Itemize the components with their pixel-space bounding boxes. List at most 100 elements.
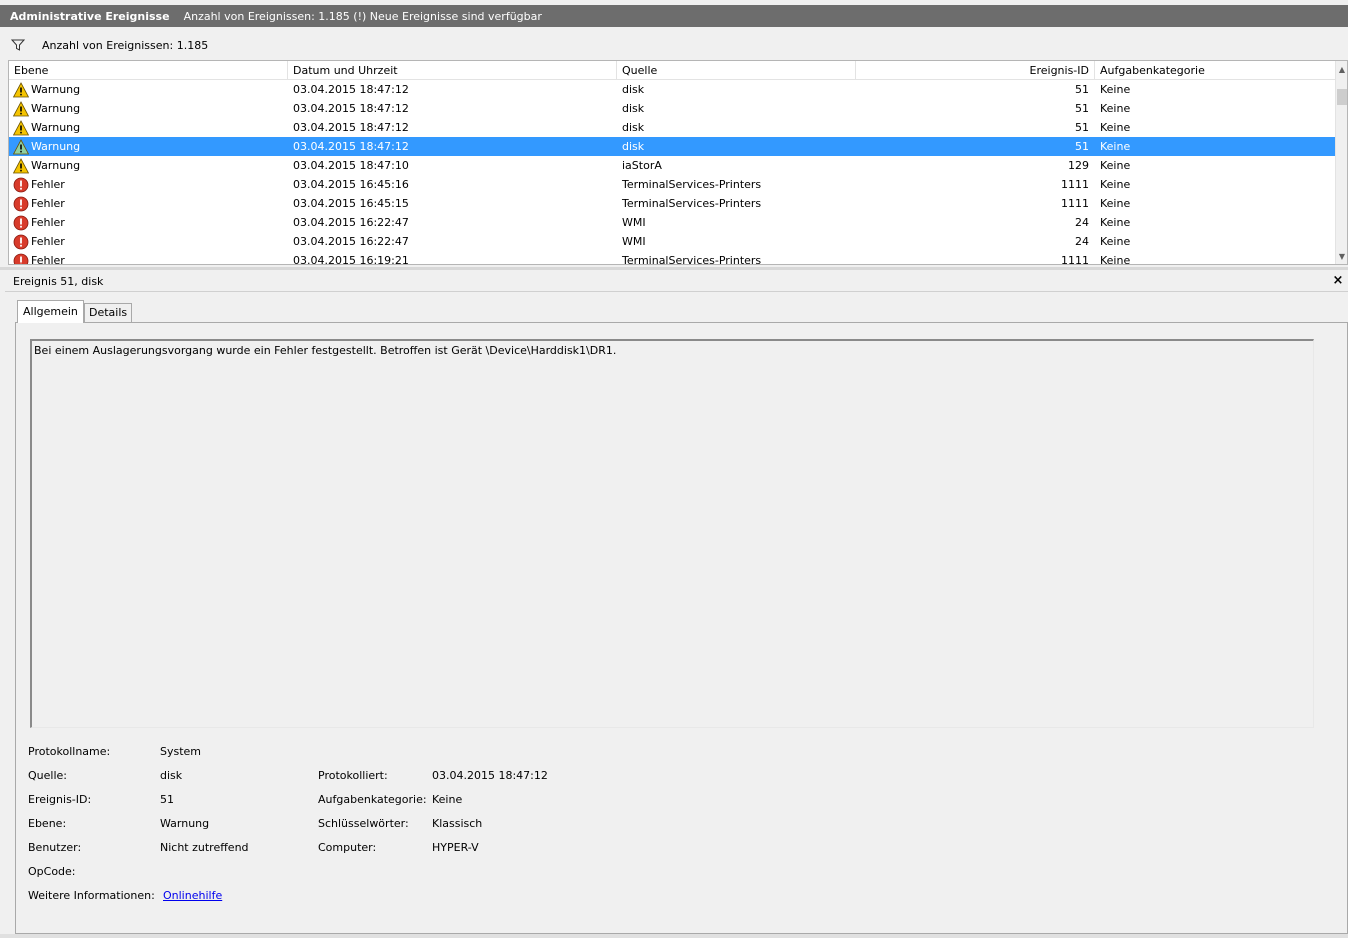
event-list-scrollbar[interactable]: ▲ ▼	[1335, 61, 1347, 264]
level-text: Warnung	[31, 83, 81, 96]
cell-event-id: 24	[1075, 216, 1089, 229]
prop-value-keywords: Klassisch	[432, 817, 483, 830]
cell-level: Warnung	[12, 80, 283, 99]
cell-event-id: 1111	[1061, 254, 1089, 265]
table-row[interactable]: Fehler 03.04.2015 16:45:16 TerminalService…	[9, 175, 1336, 194]
cell-source: disk	[622, 102, 645, 115]
prop-value-source: disk	[160, 769, 183, 782]
level-text: Fehler	[31, 216, 65, 229]
table-row[interactable]: Warnung 03.04.2015 18:47:12 disk 51 Keine	[9, 99, 1336, 118]
tab-details[interactable]: Details	[84, 303, 133, 323]
level-text: Fehler	[31, 235, 65, 248]
cell-source: disk	[622, 140, 645, 153]
tab-allgemein[interactable]: Allgemein	[17, 300, 84, 323]
table-row[interactable]: Fehler 03.04.2015 16:45:15 TerminalService…	[9, 194, 1336, 213]
cell-task-category: Keine	[1100, 178, 1131, 191]
online-help-link[interactable]: Onlinehilfe	[163, 888, 222, 904]
cell-date: 03.04.2015 16:22:47	[293, 235, 409, 248]
warning-icon	[12, 157, 30, 174]
cell-event-id: 1111	[1061, 197, 1089, 210]
event-detail-title: Ereignis 51, disk	[13, 275, 104, 288]
table-row[interactable]: Fehler 03.04.2015 16:19:21 TerminalService…	[9, 251, 1336, 265]
prop-value-logged: 03.04.2015 18:47:12	[432, 769, 548, 782]
prop-value-user: Nicht zutreffend	[160, 841, 249, 854]
event-count-status: Anzahl von Ereignissen: 1.185 (!) Neue E…	[183, 9, 542, 23]
cell-event-id: 51	[1075, 102, 1089, 115]
event-list[interactable]: Ebene Datum und Uhrzeit Quelle Ereignis-…	[8, 60, 1348, 265]
cell-date: 03.04.2015 18:47:12	[293, 121, 409, 134]
cell-level: Fehler	[13, 175, 283, 194]
panel-titlebar: Administrative Ereignisse Anzahl von Ere…	[0, 5, 1348, 27]
cell-task-category: Keine	[1100, 254, 1131, 265]
cell-task-category: Keine	[1100, 83, 1131, 96]
cell-source: iaStorA	[622, 159, 662, 172]
cell-source: TerminalServices-Printers	[622, 178, 762, 191]
table-row[interactable]: Warnung 03.04.2015 18:47:12 disk 51 Keine	[9, 80, 1336, 99]
cell-date: 03.04.2015 16:22:47	[293, 216, 409, 229]
cell-source: disk	[622, 83, 645, 96]
cell-task-category: Keine	[1100, 159, 1131, 172]
level-text: Warnung	[31, 140, 81, 153]
prop-label-level: Ebene:	[28, 817, 67, 830]
close-icon[interactable]: ×	[1331, 273, 1345, 289]
cell-task-category: Keine	[1100, 102, 1131, 115]
cell-event-id: 51	[1075, 83, 1089, 96]
level-text: Fehler	[31, 178, 65, 191]
error-icon	[13, 177, 29, 193]
cell-source: TerminalServices-Printers	[622, 254, 762, 265]
cell-event-id: 51	[1075, 121, 1089, 134]
column-header-event-id[interactable]: Ereignis-ID	[856, 61, 1095, 80]
prop-value-logname: System	[160, 745, 202, 758]
table-row[interactable]: Warnung 03.04.2015 18:47:12 disk 51 Keine	[9, 118, 1336, 137]
cell-event-id: 129	[1068, 159, 1089, 172]
event-list-header: Ebene Datum und Uhrzeit Quelle Ereignis-…	[9, 61, 1336, 80]
prop-label-computer: Computer:	[318, 841, 377, 854]
column-header-source[interactable]: Quelle	[617, 61, 856, 80]
cell-date: 03.04.2015 18:47:12	[293, 83, 409, 96]
splitter[interactable]	[0, 267, 1348, 270]
bottom-edge	[0, 934, 1348, 938]
level-text: Warnung	[31, 102, 81, 115]
cell-date: 03.04.2015 16:45:16	[293, 178, 409, 191]
cell-level: Fehler	[13, 251, 283, 265]
cell-date: 03.04.2015 18:47:12	[293, 102, 409, 115]
warning-icon	[12, 81, 30, 98]
event-description[interactable]: Bei einem Auslagerungsvorgang wurde ein …	[30, 339, 1314, 728]
cell-event-id: 24	[1075, 235, 1089, 248]
filter-icon[interactable]	[11, 38, 25, 52]
cell-source: disk	[622, 121, 645, 134]
prop-label-user: Benutzer:	[28, 841, 82, 854]
table-row[interactable]: Warnung 03.04.2015 18:47:12 disk 51 Keine	[9, 137, 1336, 156]
prop-label-logname: Protokollname:	[28, 745, 111, 758]
cell-level: Warnung	[12, 99, 283, 118]
level-text: Warnung	[31, 159, 81, 172]
table-row[interactable]: Warnung 03.04.2015 18:47:10 iaStorA 129 Kein…	[9, 156, 1336, 175]
table-row[interactable]: Fehler 03.04.2015 16:22:47 WMI 24 Keine	[9, 213, 1336, 232]
column-header-date[interactable]: Datum und Uhrzeit	[288, 61, 617, 80]
cell-task-category: Keine	[1100, 121, 1131, 134]
prop-label-opcode: OpCode:	[28, 865, 76, 878]
prop-label-keywords: Schlüsselwörter:	[318, 817, 409, 830]
filter-bar: Anzahl von Ereignissen: 1.185	[5, 34, 1348, 56]
cell-level: Fehler	[13, 194, 283, 213]
table-row[interactable]: Fehler 03.04.2015 16:22:47 WMI 24 Keine	[9, 232, 1336, 251]
level-text: Fehler	[31, 254, 65, 265]
column-header-level[interactable]: Ebene	[9, 61, 288, 80]
prop-label-source: Quelle:	[28, 769, 67, 782]
level-text: Fehler	[31, 197, 65, 210]
column-header-task-category[interactable]: Aufgabenkategorie	[1095, 61, 1336, 80]
cell-level: Warnung	[12, 156, 283, 175]
cell-task-category: Keine	[1100, 216, 1131, 229]
level-text: Warnung	[31, 121, 81, 134]
scroll-thumb[interactable]	[1337, 89, 1347, 105]
cell-event-id: 51	[1075, 140, 1089, 153]
cell-source: TerminalServices-Printers	[622, 197, 762, 210]
scroll-up-icon[interactable]: ▲	[1337, 63, 1347, 77]
scroll-down-icon[interactable]: ▼	[1337, 250, 1347, 264]
cell-level: Warnung	[12, 137, 283, 156]
cell-task-category: Keine	[1100, 197, 1131, 210]
prop-value-level: Warnung	[160, 817, 210, 830]
cell-task-category: Keine	[1100, 235, 1131, 248]
prop-value-eventid: 51	[160, 793, 174, 806]
event-rows: Warnung 03.04.2015 18:47:12 disk 51 Keine War…	[9, 80, 1336, 265]
